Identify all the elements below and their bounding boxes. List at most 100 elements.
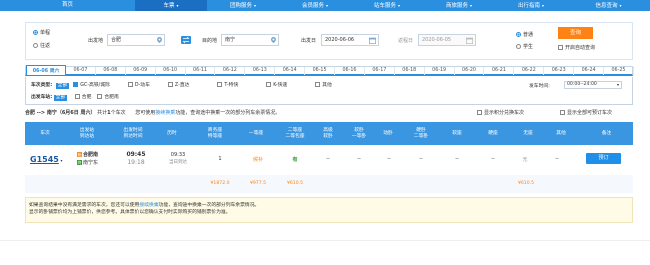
notice-transfer-link[interactable]: 接续换乘: [139, 203, 158, 208]
notice-line-1: 如果查询结果中没有满足需求的车次，您还可以使用接续换乘功能，查询途中换乘一次的部…: [29, 202, 629, 209]
duration: 09:33: [170, 152, 186, 158]
return-value: 2020-06-05: [422, 37, 452, 43]
first-class-seat[interactable]: 候补: [243, 156, 273, 163]
route-title: 合肥 --> 南宁（6月6日 周六）: [25, 110, 96, 116]
nav-business[interactable]: 商旅服务 ▾: [423, 0, 495, 11]
date-tab[interactable]: 06-09: [126, 67, 156, 75]
date-tab[interactable]: 06-12: [215, 67, 246, 75]
return-date-input[interactable]: 2020-06-05: [418, 34, 476, 46]
date-tab[interactable]: 06-19: [425, 67, 455, 75]
station-option-label: 合肥: [81, 95, 92, 100]
checkbox-icon: [266, 82, 272, 87]
column-header[interactable]: 无座: [511, 122, 545, 145]
checkbox-icon: [74, 94, 80, 99]
date-tab[interactable]: 06-14: [275, 67, 306, 75]
train-type-option[interactable]: Z-直达: [167, 82, 189, 88]
date-tab[interactable]: 06-10: [156, 67, 186, 75]
column-header[interactable]: 历时: [153, 122, 191, 145]
date-tab[interactable]: 06-24: [574, 67, 605, 75]
trip-single-option[interactable]: 单程: [33, 29, 50, 36]
stations-cell: 始合肥南 终南宁东: [77, 151, 117, 167]
column-header-line1: 出发时间: [123, 127, 143, 133]
column-header[interactable]: 动卧: [375, 122, 401, 145]
column-header-line1: 商务座: [207, 127, 223, 133]
swap-icon[interactable]: [181, 36, 191, 44]
train-type-label: 车次类型:: [31, 83, 53, 88]
train-number-cell[interactable]: G1545 ▾: [30, 155, 62, 164]
column-header[interactable]: 一等座: [237, 122, 275, 145]
column-header[interactable]: 车次: [25, 122, 65, 145]
date-tab[interactable]: 06-20: [455, 67, 485, 75]
nav-station[interactable]: 站车服务 ▾: [351, 0, 423, 11]
notice-line-2: 显示的卧铺票价均为上铺票价，供您参考。具体票价以您确认支付时实际购买的铺别票价为…: [29, 210, 231, 215]
date-tab[interactable]: 06-25: [604, 67, 634, 75]
start-station-tag: 始: [77, 152, 82, 157]
column-header[interactable]: 其他: [545, 122, 577, 145]
query-button[interactable]: 查询: [558, 27, 593, 39]
train-type-option[interactable]: T-特快: [217, 82, 238, 88]
nav-info[interactable]: 信息查询 ▾: [567, 0, 650, 11]
date-tab[interactable]: 06-21: [484, 67, 515, 75]
column-header[interactable]: 软卧 一等卧: [345, 122, 373, 145]
date-tab[interactable]: 06-23: [544, 67, 575, 75]
time-select[interactable]: 00:00--24:00 ▾: [564, 81, 622, 89]
type-all-tag[interactable]: 全部: [55, 83, 70, 89]
transfer-link[interactable]: 接续换乘: [155, 110, 175, 116]
chevron-down-icon: ▾: [619, 3, 622, 8]
train-type-option[interactable]: K-快速: [266, 82, 287, 88]
train-type-option[interactable]: GC-高铁/城际: [73, 82, 110, 88]
column-header[interactable]: 高级 软卧: [315, 122, 341, 145]
column-header[interactable]: 出发站 到达站: [71, 122, 103, 145]
nav-tickets[interactable]: 车票 ▾: [135, 0, 207, 11]
date-tab[interactable]: 06-06 周六: [26, 65, 66, 75]
station-all-tag[interactable]: 全部: [53, 95, 68, 101]
train-type-option[interactable]: 其他: [315, 82, 332, 88]
ticket-normal-option[interactable]: 普通: [516, 31, 533, 38]
to-input[interactable]: 南宁: [221, 34, 279, 46]
nav-guide[interactable]: 出行指南 ▾: [495, 0, 567, 11]
date-tab[interactable]: 06-08: [96, 67, 126, 75]
column-header[interactable]: 出发时间 到达时间: [113, 122, 153, 145]
column-header[interactable]: 硬座: [475, 122, 511, 145]
book-button[interactable]: 预订: [586, 153, 621, 164]
ticket-student-option[interactable]: 学生: [516, 43, 533, 50]
date-tab[interactable]: 06-18: [395, 67, 425, 75]
nav-member[interactable]: 会员服务 ▾: [279, 0, 351, 11]
date-tab[interactable]: 06-22: [514, 67, 545, 75]
column-header[interactable]: 硬卧 二等卧: [405, 122, 437, 145]
show-points-option[interactable]: 显示积分兑换车次: [477, 108, 524, 118]
date-tab[interactable]: 06-15: [305, 67, 336, 75]
train-type-option[interactable]: D-动车: [127, 82, 150, 88]
chevron-down-icon: ▾: [470, 3, 473, 8]
show-all-option[interactable]: 显示全部可预订车次: [560, 108, 612, 118]
date-tab[interactable]: 06-11: [186, 67, 216, 75]
chevron-down-icon: ▾: [616, 82, 619, 87]
auto-query-option[interactable]: 开启自动查询: [558, 44, 595, 51]
date-tab[interactable]: 06-07: [66, 67, 96, 75]
column-header[interactable]: 软座: [439, 122, 475, 145]
column-header-line1: 高级: [323, 127, 333, 133]
time-label: 发车时间:: [529, 84, 550, 89]
nav-home[interactable]: 首页: [0, 0, 135, 11]
calendar-icon: [466, 37, 473, 44]
station-option[interactable]: 合肥: [74, 94, 92, 100]
depart-date-input[interactable]: 2020-06-06: [321, 34, 379, 46]
to-station: 南宁东: [83, 160, 99, 166]
date-tab[interactable]: 06-13: [245, 67, 276, 75]
table-row[interactable]: G1545 ▾ 始合肥南 终南宁东 09:45 19:18 09:33 当日到达…: [25, 145, 633, 175]
from-input[interactable]: 合肥: [107, 34, 165, 46]
trip-round-option[interactable]: 往返: [33, 42, 50, 49]
column-header[interactable]: 商务座 特等座: [195, 122, 235, 145]
column-header[interactable]: 二等座 二等包座: [275, 122, 315, 145]
train-type-label: GC-高铁/城际: [80, 83, 110, 88]
nav-group[interactable]: 团购服务 ▾: [207, 0, 279, 11]
depart-time: 09:45: [126, 151, 146, 158]
chevron-down-icon: ▾: [326, 3, 329, 8]
date-tab[interactable]: 06-16: [335, 67, 365, 75]
column-header[interactable]: 备注: [580, 122, 633, 145]
station-option[interactable]: 合肥南: [97, 94, 119, 100]
column-header-line1: 出发站: [79, 127, 95, 133]
train-number[interactable]: G1545: [30, 155, 59, 164]
date-tab[interactable]: 06-17: [365, 67, 395, 75]
hint-prefix: 您可使用: [135, 110, 156, 116]
